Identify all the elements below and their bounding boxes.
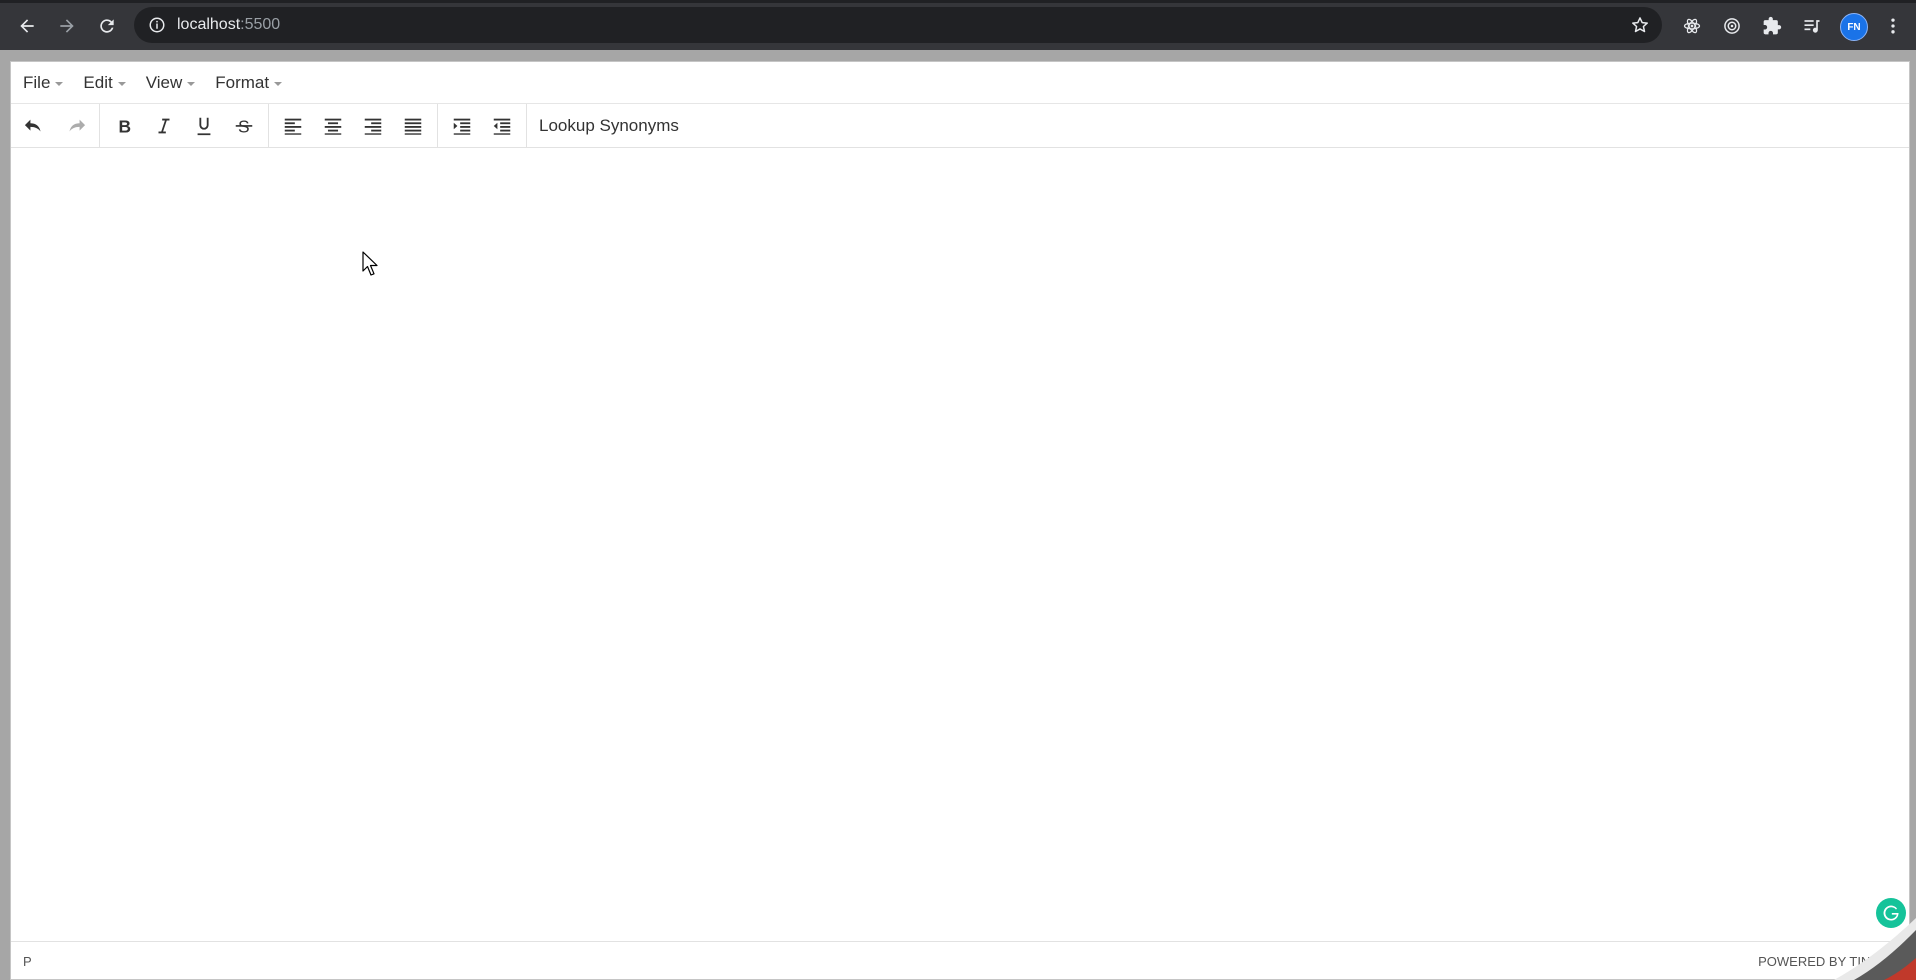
reload-button[interactable] <box>93 12 121 40</box>
align-justify-button[interactable] <box>393 109 433 143</box>
rich-text-editor: File Edit View Format B S Lookup Synonym… <box>10 61 1910 980</box>
align-center-button[interactable] <box>313 109 353 143</box>
forward-button[interactable] <box>53 12 81 40</box>
editor-menubar: File Edit View Format <box>11 62 1909 104</box>
browser-chrome: localhost:5500 FN <box>0 0 1916 50</box>
menu-edit[interactable]: Edit <box>83 72 126 93</box>
info-icon[interactable] <box>148 16 166 34</box>
menu-view-label: View <box>145 72 183 92</box>
menu-view[interactable]: View <box>146 73 196 93</box>
italic-icon <box>158 118 170 133</box>
text-style-group: B S <box>100 103 269 148</box>
align-center-icon <box>324 118 342 135</box>
align-justify-icon <box>404 118 422 135</box>
media-control-button[interactable] <box>1801 15 1823 37</box>
menu-format[interactable]: Format <box>215 72 283 93</box>
caret-down-icon <box>55 81 64 86</box>
url-text[interactable]: localhost:5500 <box>177 16 280 34</box>
screencast-page-curl[interactable] <box>1834 918 1916 980</box>
align-right-button[interactable] <box>353 109 393 143</box>
arrow-left-icon <box>20 19 34 33</box>
url-host: localhost <box>177 16 241 33</box>
star-icon[interactable] <box>1630 15 1650 35</box>
menu-edit-label: Edit <box>83 72 113 92</box>
bold-button[interactable]: B <box>104 109 144 143</box>
undo-icon <box>24 119 41 131</box>
redo-button[interactable] <box>55 109 95 143</box>
page-curl-icon <box>1834 918 1916 980</box>
indent-group <box>438 103 527 148</box>
history-group <box>11 103 100 148</box>
target-icon <box>1724 18 1740 34</box>
puzzle-icon <box>1763 16 1782 35</box>
undo-button[interactable] <box>15 109 55 143</box>
alignment-group <box>269 103 438 148</box>
strikethrough-icon: S <box>235 116 253 136</box>
address-bar[interactable]: localhost:5500 <box>134 7 1662 43</box>
menu-file[interactable]: File <box>23 72 64 93</box>
caret-down-icon <box>117 81 126 86</box>
arrow-right-icon <box>60 19 74 33</box>
tab-strip <box>0 0 1916 3</box>
caret-down-icon <box>274 81 283 86</box>
indent-icon <box>453 118 471 135</box>
editor-content-area[interactable] <box>11 148 1909 941</box>
chrome-menu-button[interactable] <box>1882 15 1904 37</box>
svg-text:B: B <box>119 116 132 136</box>
extensions-button[interactable] <box>1761 15 1783 37</box>
outdent-button[interactable] <box>482 109 522 143</box>
lookup-synonyms-button[interactable]: Lookup Synonyms <box>527 109 691 143</box>
playlist-music-icon <box>1804 20 1820 33</box>
strikethrough-button[interactable]: S <box>224 109 264 143</box>
align-left-button[interactable] <box>273 109 313 143</box>
menu-format-label: Format <box>215 72 270 92</box>
caret-down-icon <box>187 81 196 86</box>
outdent-icon <box>493 118 511 135</box>
underline-icon <box>197 117 211 135</box>
menu-file-label: File <box>23 72 51 92</box>
back-button[interactable] <box>13 12 41 40</box>
redo-icon <box>69 119 86 131</box>
profile-avatar[interactable]: FN <box>1840 13 1868 41</box>
underline-button[interactable] <box>184 109 224 143</box>
editor-statusbar: P POWERED BY TINY <box>11 941 1909 979</box>
mouse-cursor-icon <box>362 251 378 276</box>
editor-toolbar: B S Lookup Synonyms <box>11 103 1909 148</box>
react-devtools-extension[interactable] <box>1681 15 1703 37</box>
align-left-icon <box>284 118 302 135</box>
reload-icon <box>100 19 114 33</box>
align-right-icon <box>364 118 382 135</box>
target-extension[interactable] <box>1721 15 1743 37</box>
kebab-menu-icon <box>1891 18 1895 34</box>
indent-button[interactable] <box>442 109 482 143</box>
react-atom-icon <box>1683 18 1701 34</box>
element-path[interactable]: P <box>23 954 32 969</box>
url-port: :5500 <box>240 16 281 33</box>
bold-icon: B <box>119 116 132 136</box>
italic-button[interactable] <box>144 109 184 143</box>
